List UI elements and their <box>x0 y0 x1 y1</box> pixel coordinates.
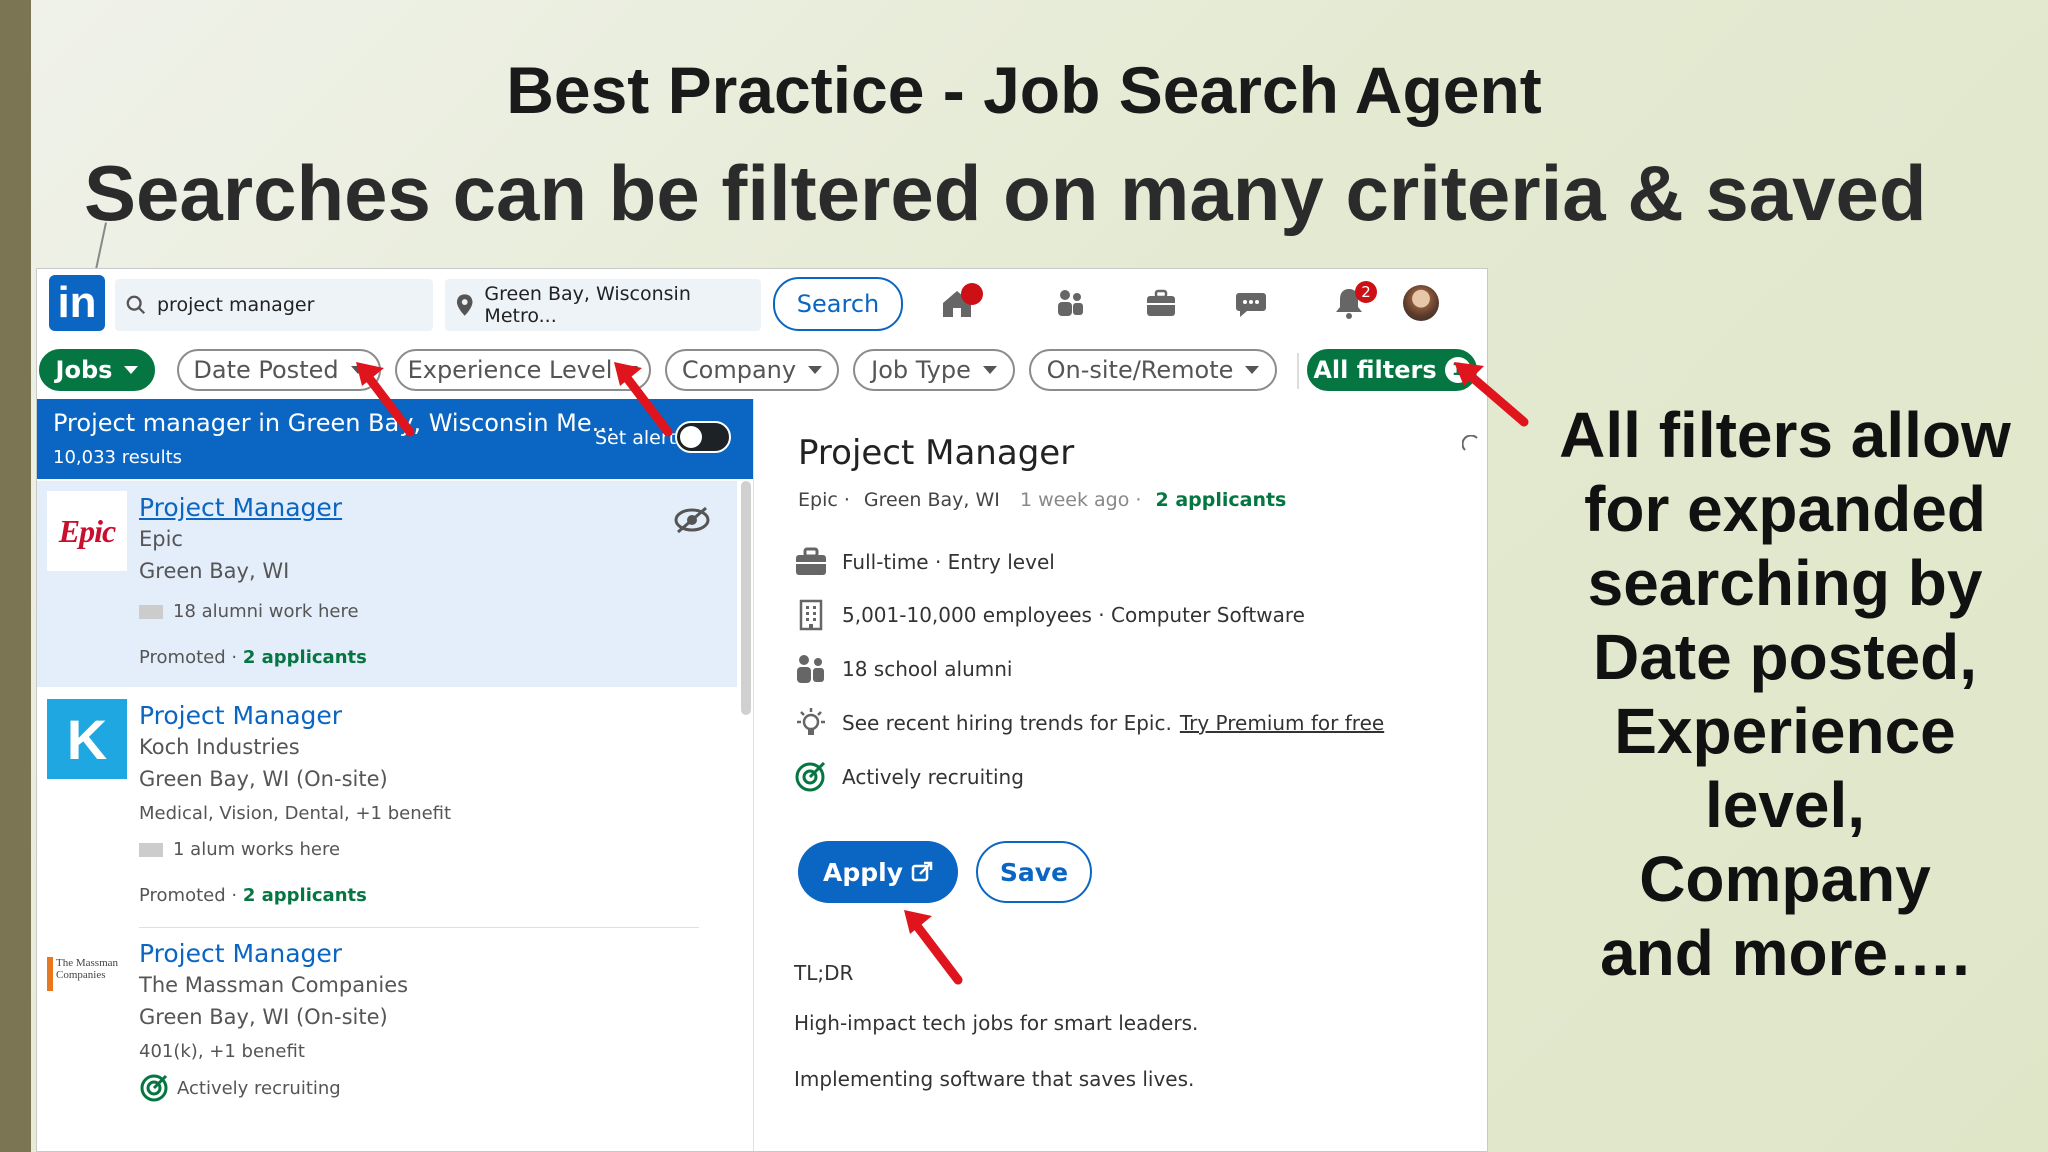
briefcase-icon <box>796 547 826 575</box>
epic-logo: Epic <box>47 491 127 571</box>
chevron-down-icon <box>124 366 139 374</box>
hiring-trends-row: See recent hiring trends for Epic. Try P… <box>794 707 1384 739</box>
notifications-badge: 2 <box>1355 281 1377 303</box>
linkedin-logo[interactable]: in <box>49 275 105 331</box>
job-footer: Promoted · 2 applicants <box>139 885 367 906</box>
card-separator <box>139 927 699 928</box>
keyword-search-input[interactable]: project manager <box>115 279 433 331</box>
job-title[interactable]: Project Manager <box>139 939 342 968</box>
job-card[interactable]: The Massman Companies Project Manager Th… <box>37 931 737 1151</box>
massman-logo: The Massman Companies <box>47 957 127 997</box>
arrow-all-filters <box>1454 362 1529 427</box>
lightbulb-icon <box>797 708 825 735</box>
job-company: Epic <box>139 527 183 551</box>
home-dot-badge <box>961 283 983 305</box>
keyword-value: project manager <box>157 294 315 316</box>
detail-location: Green Bay, WI <box>863 489 1000 511</box>
detail-posted: 1 week ago · <box>1019 489 1142 511</box>
tldr-heading: TL;DR <box>794 961 854 985</box>
location-pin-icon <box>456 294 473 316</box>
alumni-school-icon <box>139 843 163 857</box>
filter-divider <box>1297 353 1299 389</box>
job-results-list: Project manager in Green Bay, Wisconsin … <box>37 399 753 1151</box>
recruiting-row: Actively recruiting <box>794 761 1024 793</box>
external-link-icon <box>911 861 933 882</box>
koch-logo: K <box>47 699 127 779</box>
company-label: Company <box>681 356 797 384</box>
jobs-filter-pill[interactable]: Jobs <box>39 349 155 391</box>
building-icon <box>799 599 823 631</box>
arrow-experience-level <box>614 362 673 437</box>
job-benefits: 401(k), +1 benefit <box>139 1041 305 1062</box>
job-alumni: 18 alumni work here <box>139 601 359 622</box>
target-icon <box>795 761 826 792</box>
job-title[interactable]: Project Manager <box>139 493 342 522</box>
job-footer: Promoted · 2 applicants <box>139 647 367 668</box>
target-icon <box>140 1074 168 1102</box>
people-icon <box>797 655 824 683</box>
arrow-date-posted <box>356 362 415 437</box>
job-recruiting: Actively recruiting <box>139 1073 341 1103</box>
job-location: Green Bay, WI (On-site) <box>139 767 388 791</box>
all-filters-label: All filters <box>1313 356 1437 384</box>
description-line-1: High-impact tech jobs for smart leaders. <box>794 1011 1199 1035</box>
slide-side-bar <box>0 0 31 1152</box>
profile-avatar[interactable] <box>1403 285 1439 321</box>
chevron-down-icon <box>808 366 823 374</box>
slide-title: Best Practice - Job Search Agent <box>506 53 1542 127</box>
detail-meta: Epic · Green Bay, WI 1 week ago · 2 appl… <box>798 489 1286 511</box>
chevron-down-icon <box>982 366 997 374</box>
date-posted-filter-pill[interactable]: Date Posted <box>177 349 381 391</box>
jobs-filter-label: Jobs <box>55 356 113 384</box>
job-title[interactable]: Project Manager <box>139 701 342 730</box>
job-location: Green Bay, WI (On-site) <box>139 1005 388 1029</box>
company-size-row: 5,001-10,000 employees · Computer Softwa… <box>794 599 1305 631</box>
job-type-row: Full-time · Entry level <box>794 547 1055 577</box>
scrollbar[interactable] <box>741 481 751 715</box>
job-type-label: Job Type <box>871 356 971 384</box>
date-posted-label: Date Posted <box>193 356 339 384</box>
slide-subtitle: Searches can be filtered on many criteri… <box>84 149 1927 237</box>
filter-bar: Jobs Date Posted Experience Level Compan… <box>37 339 1487 400</box>
job-company: The Massman Companies <box>139 973 409 997</box>
job-card[interactable]: Epic Project Manager Epic Green Bay, WI … <box>37 481 737 687</box>
results-title: Project manager in Green Bay, Wisconsin … <box>53 409 615 437</box>
panel-loading-arc-icon <box>1462 435 1478 451</box>
job-benefits: Medical, Vision, Dental, +1 benefit <box>139 803 452 824</box>
detail-job-title: Project Manager <box>798 433 1075 473</box>
location-value: Green Bay, Wisconsin Metro... <box>484 283 691 327</box>
set-alert-toggle[interactable] <box>675 421 731 453</box>
results-count: 10,033 results <box>53 447 183 468</box>
job-type-filter-pill[interactable]: Job Type <box>853 349 1015 391</box>
chevron-down-icon <box>1245 366 1260 374</box>
alumni-school-icon <box>139 605 163 619</box>
detail-company[interactable]: Epic · <box>798 489 850 511</box>
search-button[interactable]: Search <box>773 277 903 331</box>
briefcase-icon[interactable] <box>1143 285 1179 321</box>
detail-applicants: 2 applicants <box>1155 489 1287 511</box>
save-button[interactable]: Save <box>976 841 1092 903</box>
linkedin-screenshot: in project manager Green Bay, Wisconsin … <box>36 268 1488 1152</box>
job-location: Green Bay, WI <box>139 559 290 583</box>
school-alumni-row: 18 school alumni <box>794 653 1013 685</box>
callout-text: All filters allow for expanded searching… <box>1559 399 2011 989</box>
my-network-icon[interactable] <box>1053 285 1089 321</box>
description-line-2: Implementing software that saves lives. <box>794 1067 1195 1091</box>
hide-job-icon[interactable] <box>673 505 711 535</box>
experience-level-label: Experience Level <box>407 356 613 384</box>
onsite-remote-filter-pill[interactable]: On-site/Remote <box>1029 349 1277 391</box>
apply-button[interactable]: Apply <box>798 841 958 903</box>
top-nav-bar: in project manager Green Bay, Wisconsin … <box>37 269 1487 339</box>
try-premium-link[interactable]: Try Premium for free <box>1180 711 1384 735</box>
arrow-apply <box>904 910 963 985</box>
job-company: Koch Industries <box>139 735 300 759</box>
search-icon <box>126 295 146 315</box>
job-detail-panel: Project Manager Epic · Green Bay, WI 1 w… <box>753 399 1487 1151</box>
onsite-remote-label: On-site/Remote <box>1046 356 1234 384</box>
messaging-icon[interactable] <box>1233 285 1269 321</box>
job-alumni: 1 alum works here <box>139 839 340 860</box>
location-search-input[interactable]: Green Bay, Wisconsin Metro... <box>445 279 761 331</box>
job-card[interactable]: K Project Manager Koch Industries Green … <box>37 691 737 925</box>
company-filter-pill[interactable]: Company <box>665 349 839 391</box>
